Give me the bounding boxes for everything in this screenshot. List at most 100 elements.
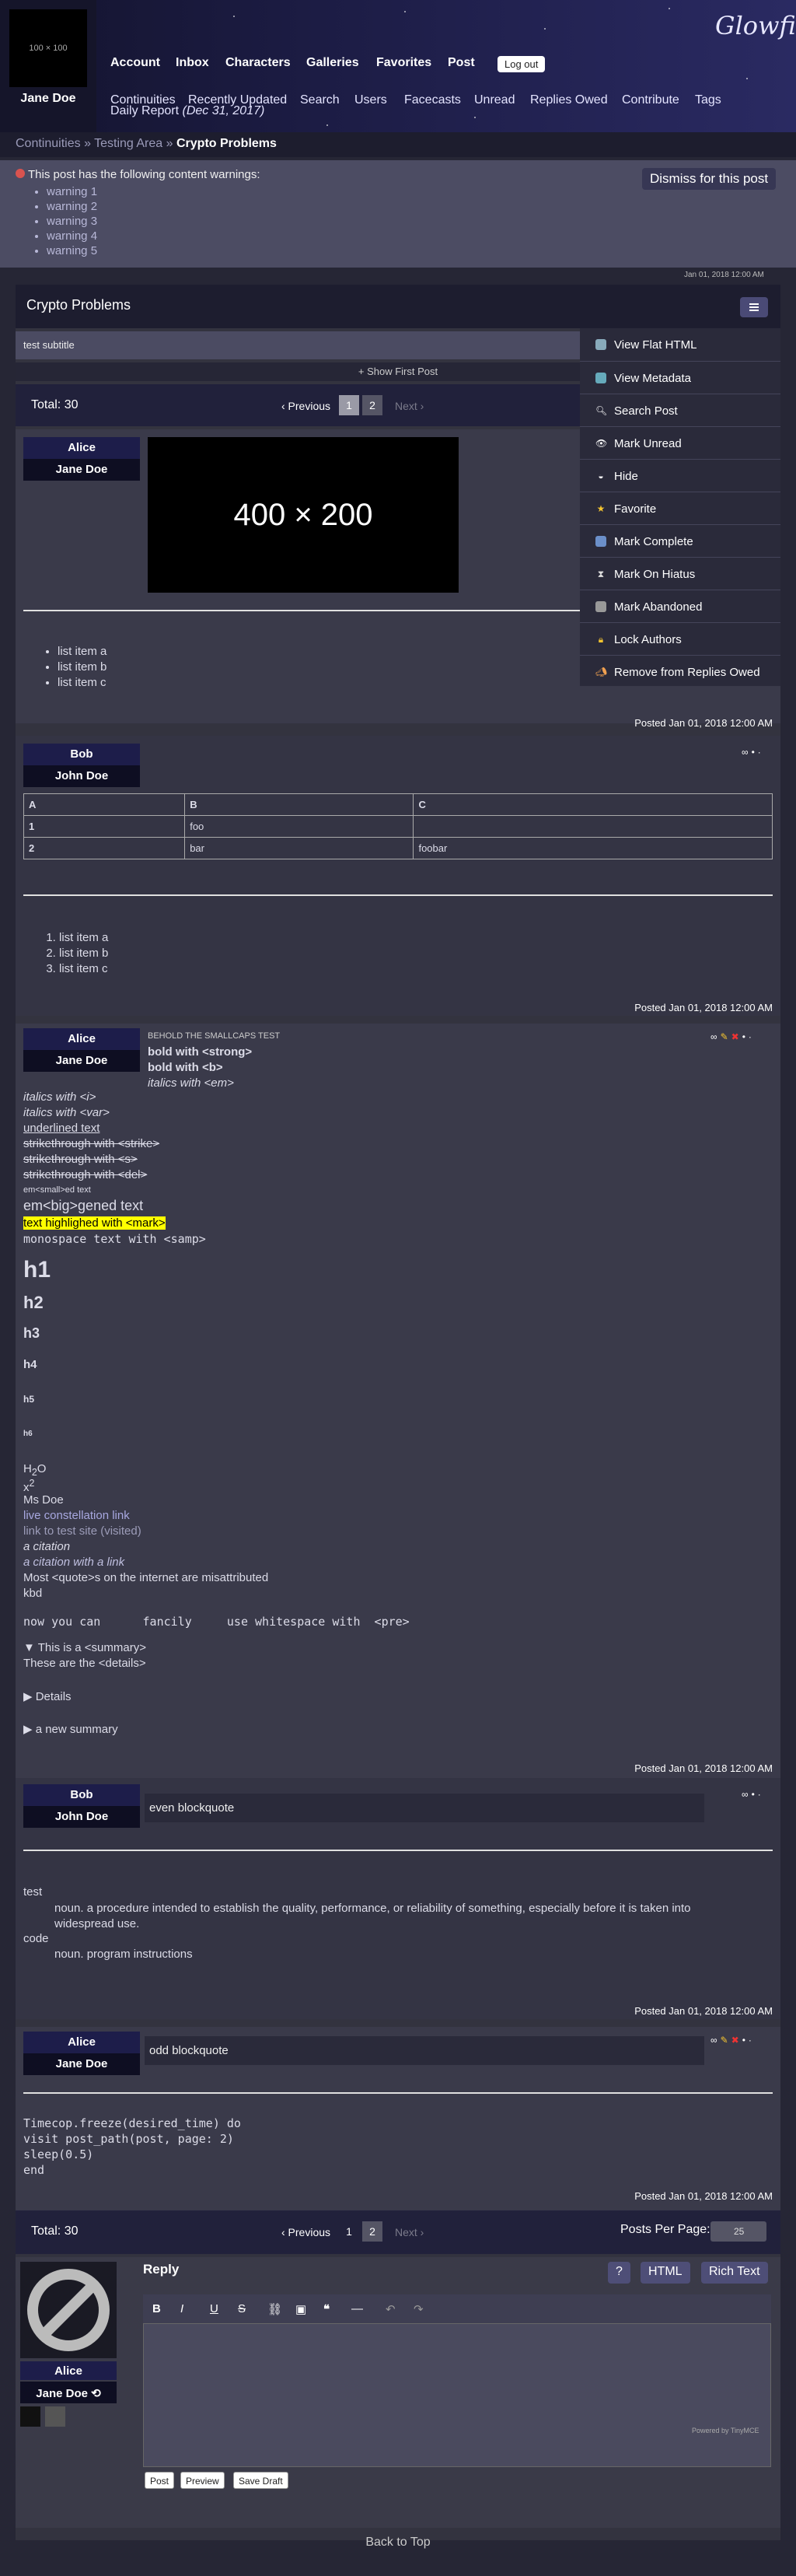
warning-item[interactable]: warning 4	[47, 229, 780, 243]
save-draft-button[interactable]: Save Draft	[233, 2472, 288, 2489]
redo-icon[interactable]: ↷	[414, 2302, 424, 2316]
rich-text-button[interactable]: Rich Text	[701, 2262, 768, 2284]
menu-search-post[interactable]: 🔍︎ Search Post	[580, 394, 780, 426]
menu-view-flat-html[interactable]: View Flat HTML	[580, 328, 780, 361]
reply-author[interactable]: Jane Doe ⟲	[20, 2382, 117, 2403]
italic-icon[interactable]: I	[180, 2302, 183, 2315]
hr-icon[interactable]: —	[351, 2302, 363, 2315]
delete-icon[interactable]: ✖	[731, 2035, 742, 2046]
daily-report[interactable]: Daily Report (Dec 31, 2017)	[110, 104, 264, 118]
page-2[interactable]: 2	[362, 2221, 382, 2242]
more-icon[interactable]: •·	[742, 2035, 755, 2046]
menu-mark-on-hiatus[interactable]: ⧗ Mark On Hiatus	[580, 557, 780, 590]
link-icon[interactable]: ∞	[742, 1789, 752, 1800]
character-name[interactable]: Alice	[23, 437, 140, 459]
quote-icon[interactable]: ❝	[323, 2302, 330, 2316]
live-link[interactable]: live constellation link	[23, 1509, 130, 1522]
link-icon[interactable]: ⛓︎	[267, 2302, 282, 2316]
nav-unread[interactable]: Unread	[474, 93, 515, 107]
html-mode-button[interactable]: HTML	[641, 2262, 690, 2284]
avatar[interactable]: 100 × 100	[9, 9, 87, 87]
alias-picker[interactable]	[45, 2406, 65, 2427]
menu-remove-replies-owed[interactable]: 📣︎ Remove from Replies Owed	[580, 655, 780, 688]
link-icon[interactable]: ∞	[742, 747, 752, 758]
site-logo[interactable]: Glowfic	[715, 11, 796, 40]
visited-link[interactable]: link to test site (visited)	[23, 1524, 141, 1538]
link-icon[interactable]: ∞	[710, 2035, 721, 2046]
hide-icon: ◒	[598, 471, 604, 481]
author-name[interactable]: Jane Doe	[23, 1050, 140, 1072]
nav-contribute[interactable]: Contribute	[622, 93, 679, 107]
prev-page[interactable]: ‹ Previous	[281, 2226, 330, 2238]
details-closed[interactable]: ▶ Details	[23, 1689, 72, 1703]
character-name[interactable]: Alice	[23, 2032, 140, 2053]
nav-characters[interactable]: Characters	[225, 56, 291, 70]
menu-label: View Metadata	[614, 372, 691, 385]
link-icon[interactable]: ∞	[710, 1031, 721, 1042]
image-icon[interactable]: ▣	[295, 2302, 306, 2316]
menu-hide[interactable]: ◒ Hide	[580, 459, 780, 492]
warning-item[interactable]: warning 5	[47, 243, 780, 258]
character-name[interactable]: Bob	[23, 1784, 140, 1806]
character-name[interactable]: Alice	[23, 1028, 140, 1050]
author-name[interactable]: John Doe	[23, 1806, 140, 1828]
nav-galleries[interactable]: Galleries	[306, 56, 359, 70]
post-button[interactable]: Post	[145, 2472, 175, 2489]
table-cell	[413, 815, 773, 838]
nav-tags[interactable]: Tags	[695, 93, 721, 107]
more-icon[interactable]: •·	[752, 1789, 764, 1800]
more-icon[interactable]: •·	[752, 747, 764, 758]
menu-mark-abandoned[interactable]: Mark Abandoned	[580, 590, 780, 622]
author-name[interactable]: John Doe	[23, 765, 140, 787]
dismiss-warnings-button[interactable]: Dismiss for this post	[642, 168, 777, 190]
crumb-testing-area[interactable]: Testing Area	[94, 137, 162, 150]
cite-link[interactable]: a citation with a link	[23, 1556, 124, 1569]
menu-mark-complete[interactable]: Mark Complete	[580, 524, 780, 557]
author-name[interactable]: Jane Doe	[23, 2053, 140, 2075]
reply-avatar[interactable]	[20, 2262, 117, 2358]
back-to-top-link[interactable]: Back to Top	[0, 2536, 796, 2550]
nav-inbox[interactable]: Inbox	[176, 56, 209, 70]
nav-facecasts[interactable]: Facecasts	[404, 93, 461, 107]
warning-item[interactable]: warning 3	[47, 214, 780, 229]
reply-character[interactable]: Alice	[20, 2361, 117, 2380]
prev-page[interactable]: ‹ Previous	[281, 400, 330, 412]
username[interactable]: Jane Doe	[0, 92, 96, 114]
underline-icon[interactable]: U	[210, 2302, 218, 2315]
bold-icon[interactable]: B	[152, 2302, 161, 2315]
post-menu-button[interactable]	[740, 297, 768, 317]
edit-icon[interactable]: ✎	[721, 1031, 731, 1042]
author-name[interactable]: Jane Doe	[23, 459, 140, 481]
crumb-continuities[interactable]: Continuities	[16, 137, 81, 150]
edit-icon[interactable]: ✎	[721, 2035, 731, 2046]
daily-report-label[interactable]: Daily Report	[110, 104, 179, 117]
strike-icon[interactable]: S	[238, 2302, 246, 2315]
list-item: list item c	[59, 961, 108, 977]
per-page-select[interactable]: 25	[710, 2221, 766, 2242]
details-closed[interactable]: ▶ a new summary	[23, 1722, 118, 1736]
nav-favorites[interactable]: Favorites	[376, 56, 431, 70]
nav-search[interactable]: Search	[300, 93, 340, 107]
icon-picker[interactable]	[20, 2406, 40, 2427]
details-open[interactable]: ▼ This is a <summary>	[23, 1641, 146, 1654]
help-button[interactable]: ?	[608, 2262, 630, 2284]
logout-button[interactable]: Log out	[498, 56, 546, 72]
page-2[interactable]: 2	[362, 395, 382, 415]
menu-view-metadata[interactable]: View Metadata	[580, 361, 780, 394]
character-name[interactable]: Bob	[23, 744, 140, 765]
nav-account[interactable]: Account	[110, 56, 160, 70]
page-1[interactable]: 1	[339, 2221, 359, 2242]
page-1[interactable]: 1	[339, 395, 359, 415]
warning-item[interactable]: warning 2	[47, 199, 780, 214]
more-icon[interactable]: •·	[742, 1031, 755, 1042]
undo-icon[interactable]: ↶	[386, 2302, 396, 2316]
menu-mark-unread[interactable]: 👁︎ Mark Unread	[580, 426, 780, 459]
menu-lock-authors[interactable]: 🔒︎ Lock Authors	[580, 622, 780, 655]
nav-post[interactable]: Post	[448, 56, 475, 70]
swap-icon[interactable]: ⟲	[91, 2387, 101, 2400]
delete-icon[interactable]: ✖	[731, 1031, 742, 1042]
nav-replies-owed[interactable]: Replies Owed	[530, 93, 608, 107]
menu-favorite[interactable]: ★ Favorite	[580, 492, 780, 524]
preview-button[interactable]: Preview	[180, 2472, 225, 2489]
nav-users[interactable]: Users	[354, 93, 387, 107]
